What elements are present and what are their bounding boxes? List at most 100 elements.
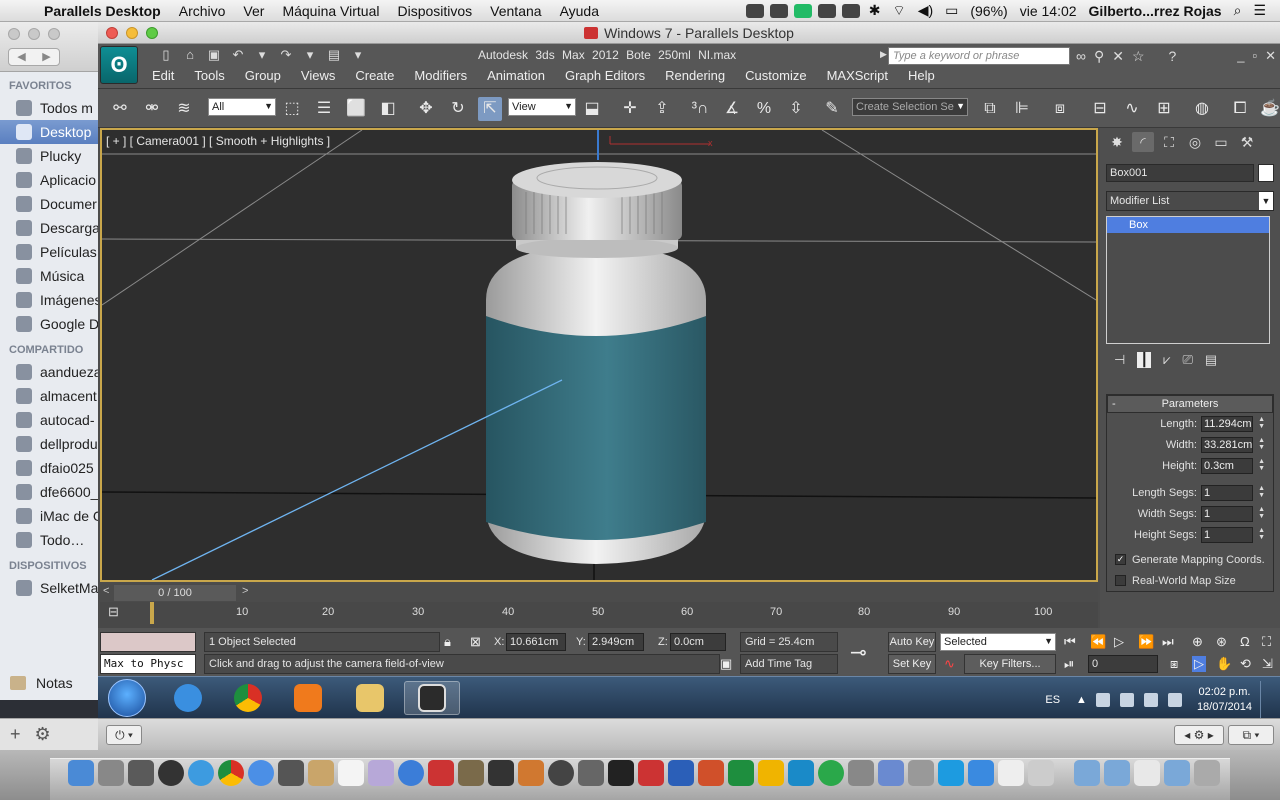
chrome-icon[interactable] xyxy=(220,681,276,715)
app-dock-icon[interactable] xyxy=(458,760,484,786)
menu-rendering[interactable]: Rendering xyxy=(655,66,735,85)
calculator-dock-icon[interactable] xyxy=(1028,760,1054,786)
move-icon[interactable]: ✥ xyxy=(414,97,438,121)
menu-animation[interactable]: Animation xyxy=(477,66,555,85)
garageband-dock-icon[interactable] xyxy=(518,760,544,786)
language-indicator[interactable]: ES xyxy=(1045,694,1060,706)
expand-arrow-icon[interactable]: ▶ xyxy=(880,49,887,60)
internet-explorer-icon[interactable] xyxy=(160,681,216,715)
star-icon[interactable]: ☆ xyxy=(1132,48,1145,65)
teamviewer-dock-icon[interactable] xyxy=(968,760,994,786)
key-curve-icon[interactable]: ∿ xyxy=(944,656,955,672)
contacts-dock-icon[interactable] xyxy=(308,760,334,786)
display-tab-icon[interactable]: ▭ xyxy=(1210,132,1232,152)
notas-item[interactable]: Notas xyxy=(0,672,100,694)
safari-dock-icon[interactable] xyxy=(188,760,214,786)
spinner-snap-icon[interactable]: ⇳ xyxy=(784,97,808,121)
next-frame-icon[interactable]: > xyxy=(242,585,248,597)
orbit-camera-icon[interactable]: ⟲ xyxy=(1240,656,1251,672)
time-tag-icon[interactable]: ▣ xyxy=(720,656,732,672)
menu-extra-icon[interactable] xyxy=(769,3,788,18)
gear-icon[interactable]: ⚙ xyxy=(35,724,51,745)
absolute-mode-icon[interactable]: ⊠ xyxy=(470,634,481,650)
calendar-dock-icon[interactable] xyxy=(338,760,364,786)
menu-help[interactable]: Help xyxy=(898,66,945,85)
app-dock-icon[interactable] xyxy=(428,760,454,786)
sidebar-item[interactable]: iMac de G xyxy=(0,504,99,528)
manipulate-icon[interactable]: ✛ xyxy=(618,97,642,121)
prev-frame-icon[interactable]: ⏪ xyxy=(1090,634,1106,650)
taskbar-clock[interactable]: 02:02 p.m. 18/07/2014 xyxy=(1197,685,1252,715)
configure-sets-icon[interactable]: ▤ xyxy=(1205,352,1217,368)
next-frame-icon[interactable]: ⏩ xyxy=(1138,634,1154,650)
sidebar-item-desktop[interactable]: Desktop xyxy=(0,120,99,144)
notification-center-icon[interactable]: ☰ xyxy=(1247,2,1272,19)
y-coordinate-field[interactable]: 2.949cm xyxy=(588,633,644,651)
menu-views[interactable]: Views xyxy=(291,66,345,85)
app-dock-icon[interactable] xyxy=(788,760,814,786)
sidebar-item[interactable]: Google D xyxy=(0,312,99,336)
menu-extra-icon[interactable] xyxy=(793,3,812,18)
preview-dock-icon[interactable] xyxy=(368,760,394,786)
sidebar-item[interactable]: dellprodu xyxy=(0,432,99,456)
volume-icon[interactable] xyxy=(1167,693,1182,707)
skype-dock-icon[interactable] xyxy=(938,760,964,786)
sidebar-item[interactable]: Todo… xyxy=(0,528,99,552)
current-frame-field[interactable]: 0 xyxy=(1088,655,1158,673)
mac-menu-ayuda[interactable]: Ayuda xyxy=(551,3,608,19)
excel-dock-icon[interactable] xyxy=(728,760,754,786)
undo-icon[interactable]: ↶ xyxy=(228,46,248,64)
maximize-viewport-icon[interactable]: ⛶ xyxy=(1262,634,1271,650)
object-color-swatch[interactable] xyxy=(1258,164,1274,182)
imovie-dock-icon[interactable] xyxy=(488,760,514,786)
menu-tools[interactable]: Tools xyxy=(184,66,234,85)
menu-extra-icon[interactable] xyxy=(817,3,836,18)
spinner-icon[interactable]: ▲ ▼ xyxy=(1258,485,1265,499)
redo-icon[interactable]: ↷ xyxy=(276,46,296,64)
start-button[interactable] xyxy=(108,679,146,717)
auto-key-button[interactable]: Auto Key xyxy=(888,632,936,652)
motion-tab-icon[interactable]: ◎ xyxy=(1184,132,1206,152)
pivot-icon[interactable]: ⬓ xyxy=(580,97,604,121)
maxscript-listener[interactable]: Max to Physc xyxy=(100,654,196,674)
schematic-view-icon[interactable]: ⊞ xyxy=(1152,97,1176,121)
length-segs-field[interactable]: 1 xyxy=(1201,484,1253,501)
tools-icon[interactable]: ✕ xyxy=(1112,48,1124,65)
menu-group[interactable]: Group xyxy=(235,66,291,85)
width-segs-field[interactable]: 1 xyxy=(1201,505,1253,522)
height-segs-field[interactable]: 1 xyxy=(1201,526,1253,543)
stack-item-box[interactable]: Box xyxy=(1107,217,1269,233)
make-unique-icon[interactable]: ⩗ xyxy=(1163,352,1170,368)
word-dock-icon[interactable] xyxy=(668,760,694,786)
close-icon[interactable]: ✕ xyxy=(1265,48,1276,64)
app-dock-icon[interactable] xyxy=(878,760,904,786)
maxscript-listener-top[interactable] xyxy=(100,632,196,652)
key-selection-dropdown[interactable]: Selected ▼ xyxy=(940,633,1056,651)
x-coordinate-field[interactable]: 10.661cm xyxy=(506,633,566,651)
app-dock-icon[interactable] xyxy=(278,760,304,786)
rect-selection-icon[interactable]: ⬜ xyxy=(344,97,368,121)
viewport-label[interactable]: [ + ] [ Camera001 ] [ Smooth + Highlight… xyxy=(106,134,330,148)
keyboard-shortcut-icon[interactable]: ⇪ xyxy=(650,97,674,121)
spinner-icon[interactable]: ▲ ▼ xyxy=(1258,458,1265,472)
camera-viewport[interactable]: x [ + ] [ Camera001 ] [ Smooth + Highlig… xyxy=(100,128,1098,582)
align-icon[interactable]: ⊫ xyxy=(1010,97,1034,121)
reference-coord-dropdown[interactable]: View ▼ xyxy=(508,98,576,116)
close-button[interactable] xyxy=(106,27,118,39)
show-end-result-icon[interactable]: ┃ xyxy=(1137,352,1152,368)
forward-icon[interactable]: ▶ xyxy=(34,49,59,65)
binoculars-icon[interactable]: ∞ xyxy=(1076,48,1086,65)
help-icon[interactable]: ? xyxy=(1169,48,1177,65)
unlink-icon[interactable]: ⚮ xyxy=(140,97,164,121)
key-mode-icon[interactable]: ⏯ xyxy=(1064,656,1074,672)
go-to-end-icon[interactable]: ⏭ xyxy=(1162,634,1174,650)
spinner-icon[interactable]: ▲ ▼ xyxy=(1258,416,1265,430)
restore-icon[interactable]: ▫ xyxy=(1252,48,1257,64)
spinner-icon[interactable]: ▲ ▼ xyxy=(1258,527,1265,541)
time-config-icon[interactable]: ⧆ xyxy=(1170,656,1178,672)
settings-gear-button[interactable]: ◂ ⚙ ▸ xyxy=(1174,725,1224,745)
sidebar-item[interactable]: SelketMa xyxy=(0,576,99,600)
wifi-icon[interactable]: ⌔ xyxy=(887,2,912,20)
sidebar-item[interactable]: dfe6600_ xyxy=(0,480,99,504)
app-dock-icon[interactable] xyxy=(128,760,154,786)
